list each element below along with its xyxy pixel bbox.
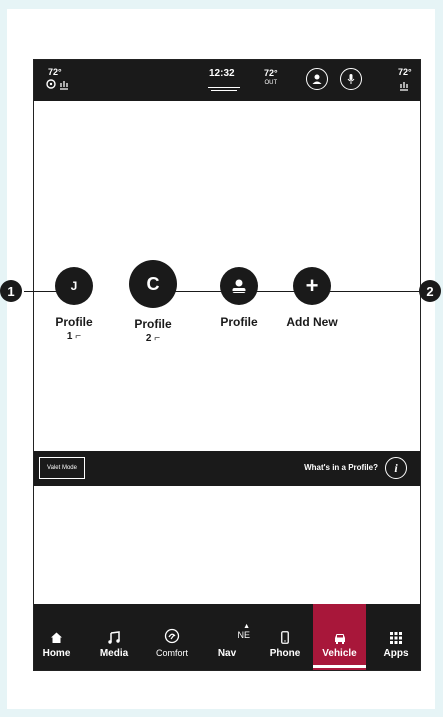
car-icon xyxy=(313,618,366,644)
clock: 12:32 xyxy=(209,68,235,79)
music-icon xyxy=(90,618,138,644)
callout-1: 1 xyxy=(0,280,22,302)
profile-2[interactable]: C Profile 2 ⌐ xyxy=(128,260,178,344)
callout-1-line xyxy=(24,291,60,292)
seat-icon: ⌐ xyxy=(75,331,82,342)
nav-media[interactable]: Media xyxy=(90,604,138,670)
add-new-profile[interactable]: + Add New xyxy=(282,267,342,329)
profile-selector: J Profile 1 ⌐ C Profile 2 ⌐ Profile + Ad… xyxy=(34,101,420,451)
nav-apps-label: Apps xyxy=(383,648,409,659)
profile-1-number: 1 xyxy=(66,331,73,342)
nav-media-label: Media xyxy=(99,648,129,659)
status-bar: 72° 12:32 72° OUT 72° xyxy=(34,60,420,101)
seat-heat-rear-icon[interactable] xyxy=(398,79,410,93)
outside-label: OUT xyxy=(264,80,278,86)
profile-1-label: Profile xyxy=(55,315,93,329)
apps-grid-icon xyxy=(372,618,420,644)
outside-temp: 72° OUT xyxy=(264,68,278,88)
profile-3[interactable]: Profile xyxy=(215,267,263,329)
phone-icon xyxy=(260,618,310,644)
outside-temp-value: 72° xyxy=(264,68,278,78)
voice-button[interactable] xyxy=(340,68,362,90)
nav-nav[interactable]: ▲ NE Nav xyxy=(204,604,250,670)
microphone-icon xyxy=(347,74,355,84)
compass-icon: ▲ NE xyxy=(204,618,250,644)
steering-heat-icon[interactable] xyxy=(46,79,56,91)
clock-underline-2 xyxy=(211,90,237,91)
comfort-icon xyxy=(146,618,198,644)
whats-in-profile-link[interactable]: What's in a Profile? xyxy=(304,463,378,472)
profile-2-seat: 2 ⌐ xyxy=(128,333,178,344)
nav-nav-label: Nav xyxy=(217,648,237,659)
passenger-temp[interactable]: 72° xyxy=(398,67,412,77)
profile-2-number: 2 xyxy=(145,333,152,344)
profile-button[interactable] xyxy=(306,68,328,90)
nav-comfort[interactable]: Comfort xyxy=(146,604,198,670)
profile-3-label: Profile xyxy=(220,315,258,329)
profile-1[interactable]: J Profile 1 ⌐ xyxy=(52,267,96,342)
valet-bar: Valet Mode What's in a Profile? i xyxy=(34,451,420,486)
nav-home-label: Home xyxy=(42,648,71,659)
nav-vehicle-label: Vehicle xyxy=(322,648,357,659)
callout-2: 2 xyxy=(419,280,441,302)
nav-apps[interactable]: Apps xyxy=(372,604,420,670)
profile-2-label: Profile xyxy=(134,317,172,331)
nav-phone-label: Phone xyxy=(269,648,301,659)
active-indicator xyxy=(313,665,366,668)
valet-mode-button[interactable]: Valet Mode xyxy=(39,457,85,479)
compass-heading: NE xyxy=(237,630,250,640)
profile-1-seat: 1 ⌐ xyxy=(52,331,96,342)
callout-2-line xyxy=(152,291,420,292)
profile-3-avatar[interactable] xyxy=(220,267,258,305)
info-icon[interactable]: i xyxy=(385,457,407,479)
seat-heat-icon[interactable] xyxy=(58,78,70,92)
driver-temp[interactable]: 72° xyxy=(48,67,62,77)
nav-vehicle[interactable]: Vehicle xyxy=(313,604,366,670)
seat-icon: ⌐ xyxy=(154,333,161,344)
clock-underline xyxy=(208,87,240,88)
profile-icon xyxy=(312,74,322,84)
add-new-label: Add New xyxy=(286,315,338,329)
nav-comfort-label: Comfort xyxy=(155,648,188,658)
bottom-nav: Home Media Comfort ▲ NE Nav Phone Vehicl… xyxy=(34,604,420,670)
nav-home[interactable]: Home xyxy=(34,604,79,670)
nav-phone[interactable]: Phone xyxy=(260,604,310,670)
person-icon xyxy=(232,279,246,293)
profile-1-avatar[interactable]: J xyxy=(55,267,93,305)
profile-2-avatar[interactable]: C xyxy=(129,260,177,308)
home-icon xyxy=(34,618,79,644)
infotainment-screen: 72° 12:32 72° OUT 72° J Profile 1 ⌐ C Pr… xyxy=(33,59,421,671)
plus-icon[interactable]: + xyxy=(293,267,331,305)
